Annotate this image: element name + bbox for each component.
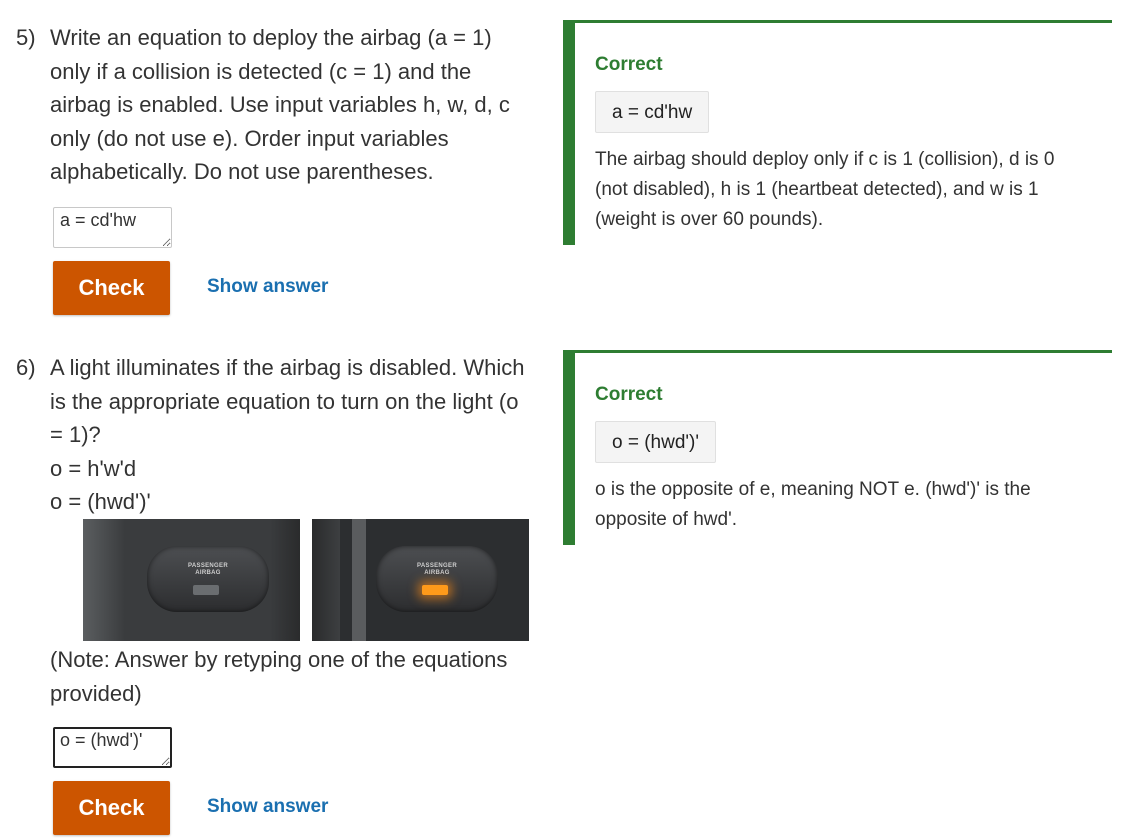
q6-number: 6) [16, 355, 36, 380]
q6-prompt: A light illuminates if the airbag is dis… [50, 351, 524, 519]
q5-number: 5) [16, 25, 36, 50]
q6-note-line: provided) [50, 680, 142, 706]
airbag-light-off-image: PASSENGER AIRBAG [83, 519, 300, 641]
q5-prompt-line: only (do not use e). Order input variabl… [50, 125, 449, 151]
q5-feedback-explanation: The airbag should deploy only if c is 1 … [595, 145, 1054, 235]
airbag-light-on-image: PASSENGER AIRBAG [312, 519, 529, 641]
airbag-lamp-off [193, 585, 219, 595]
q6-prompt-line: = 1)? [50, 422, 101, 447]
q5-prompt-line: Write an equation to deploy the airbag (… [50, 25, 492, 50]
q6-feedback-panel: Correct o = (hwd')' o is the opposite of… [563, 350, 1112, 545]
q5-answer-input[interactable] [53, 207, 172, 248]
q5-check-button[interactable]: Check [53, 261, 170, 315]
airbag-lamp-on [422, 585, 448, 595]
q6-feedback-explanation: o is the opposite of e, meaning NOT e. (… [595, 475, 1031, 535]
q6-check-button[interactable]: Check [53, 781, 170, 835]
q5-prompt-line: airbag is enabled. Use input variables h… [50, 92, 510, 117]
q6-prompt-line: is the appropriate equation to turn on t… [50, 388, 519, 414]
q6-prompt-line: A light illuminates if the airbag is dis… [50, 355, 525, 380]
q6-option-line: o = (hwd')' [50, 489, 151, 514]
q5-prompt-line: alphabetically. Do not use parentheses. [50, 159, 434, 184]
q5-feedback-title: Correct [595, 54, 663, 75]
airbag-panel-label: PASSENGER AIRBAG [188, 563, 228, 576]
q6-feedback-line: o is the opposite of e, meaning NOT e. (… [595, 479, 1031, 500]
q5-feedback-line: The airbag should deploy only if c is 1 … [595, 149, 1055, 170]
q6-note: (Note: Answer by retyping one of the equ… [50, 643, 507, 710]
q5-feedback-line: (not disabled), h is 1 (heartbeat detect… [595, 179, 1039, 200]
q6-show-answer-button[interactable]: Show answer [207, 796, 328, 818]
q6-answer-input[interactable] [53, 727, 172, 768]
q5-feedback-line: (weight is over 60 pounds). [595, 209, 824, 230]
q6-option-line: o = h'w'd [50, 455, 137, 481]
q5-prompt-line: only if a collision is detected (c = 1) … [50, 58, 472, 84]
q5-feedback-answer: a = cd'hw [595, 91, 710, 133]
q5-show-answer-button[interactable]: Show answer [207, 276, 328, 298]
q5-prompt: Write an equation to deploy the airbag (… [50, 21, 510, 189]
q6-feedback-title: Correct [595, 384, 663, 405]
q6-note-line: (Note: Answer by retyping one of the equ… [50, 647, 508, 672]
q6-feedback-line: opposite of hwd'. [595, 509, 737, 530]
airbag-panel-label: PASSENGER AIRBAG [417, 563, 457, 576]
q6-feedback-answer: o = (hwd')' [595, 421, 716, 463]
q5-feedback-panel: Correct a = cd'hw The airbag should depl… [563, 20, 1112, 245]
